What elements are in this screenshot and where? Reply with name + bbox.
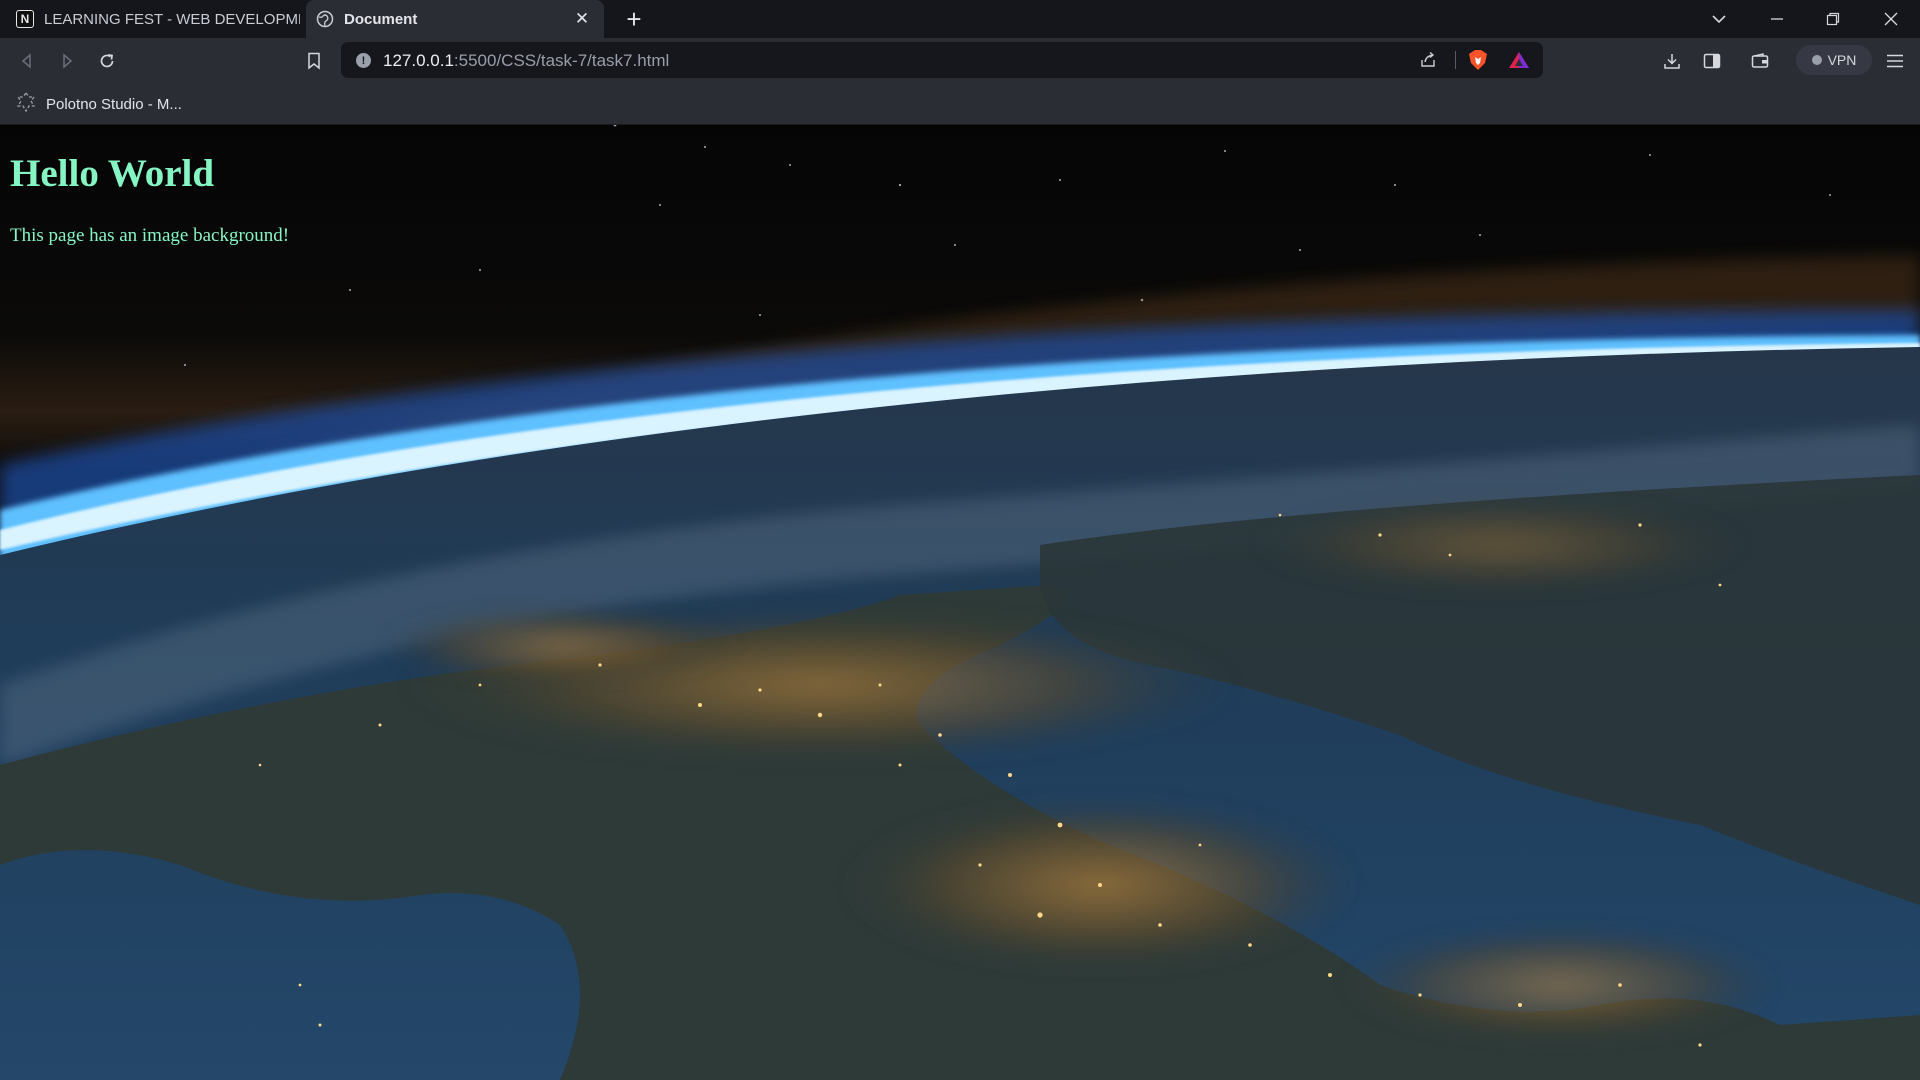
minimize-icon[interactable]: [1754, 0, 1800, 38]
browser-toolbar: ! 127.0.0.1:5500/CSS/task-7/task7.html V…: [0, 38, 1920, 84]
url-text[interactable]: 127.0.0.1:5500/CSS/task-7/task7.html: [383, 51, 669, 71]
wallet-icon[interactable]: [1745, 46, 1775, 76]
site-info-icon[interactable]: !: [356, 53, 371, 68]
bookmarks-bar: Polotno Studio - M...: [0, 84, 1920, 125]
tab-document[interactable]: Document ✕: [306, 0, 604, 38]
notion-icon: N: [16, 10, 34, 28]
brave-shields-icon[interactable]: [1467, 49, 1489, 71]
restore-icon[interactable]: [1810, 0, 1856, 38]
bookmark-polotno[interactable]: Polotno Studio - M...: [16, 90, 182, 118]
new-tab-button[interactable]: +: [620, 6, 648, 32]
downloads-icon[interactable]: [1657, 46, 1687, 76]
tab-title: LEARNING FEST - WEB DEVELOPMENT: [44, 10, 300, 28]
page-viewport: Hello World This page has an image backg…: [0, 125, 1920, 1080]
back-button[interactable]: [12, 46, 42, 76]
page-paragraph: This page has an image background!: [10, 225, 290, 246]
share-icon[interactable]: [1417, 49, 1439, 71]
menu-icon[interactable]: [1880, 46, 1910, 76]
reload-button[interactable]: [92, 46, 122, 76]
brave-rewards-icon[interactable]: [1508, 49, 1530, 71]
close-window-icon[interactable]: [1868, 0, 1914, 38]
bookmark-label: Polotno Studio - M...: [46, 95, 182, 113]
polotno-icon: [16, 91, 36, 116]
close-tab-icon[interactable]: ✕: [572, 9, 592, 29]
globe-icon: [316, 10, 334, 28]
forward-button[interactable]: [52, 46, 82, 76]
address-divider: [1455, 51, 1456, 69]
vpn-status-icon: [1811, 55, 1822, 65]
vpn-button[interactable]: VPN: [1796, 45, 1872, 75]
tab-learning-fest[interactable]: N LEARNING FEST - WEB DEVELOPMENT: [6, 0, 308, 38]
tab-strip: N LEARNING FEST - WEB DEVELOPMENT Docume…: [0, 0, 1920, 38]
bookmark-icon[interactable]: [299, 46, 329, 76]
sidebar-icon[interactable]: [1697, 46, 1727, 76]
earth-background-image: [0, 125, 1920, 1080]
tab-search-chevron-icon[interactable]: [1696, 0, 1742, 38]
address-bar[interactable]: ! 127.0.0.1:5500/CSS/task-7/task7.html: [341, 42, 1543, 78]
vpn-label: VPN: [1827, 52, 1857, 68]
tab-title: Document: [344, 10, 418, 28]
page-heading: Hello World: [10, 152, 215, 195]
